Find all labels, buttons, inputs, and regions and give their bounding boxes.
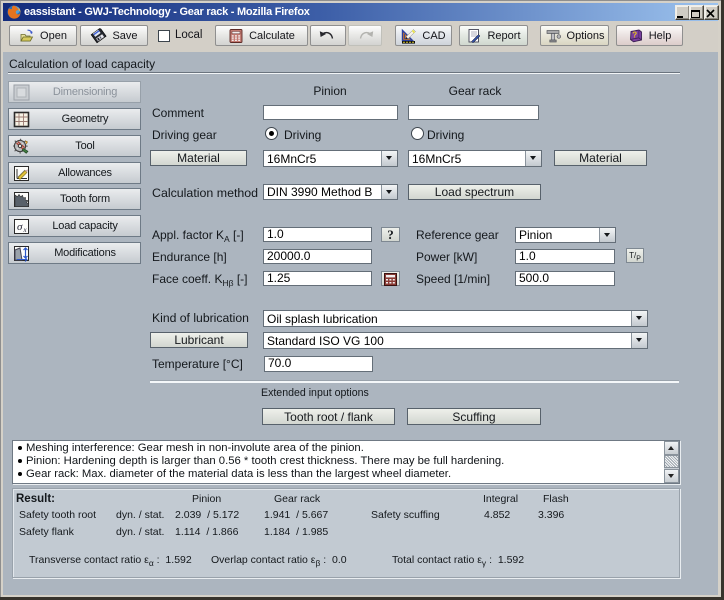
svg-text:?: ? bbox=[632, 30, 637, 39]
svg-text:σ: σ bbox=[17, 221, 23, 233]
